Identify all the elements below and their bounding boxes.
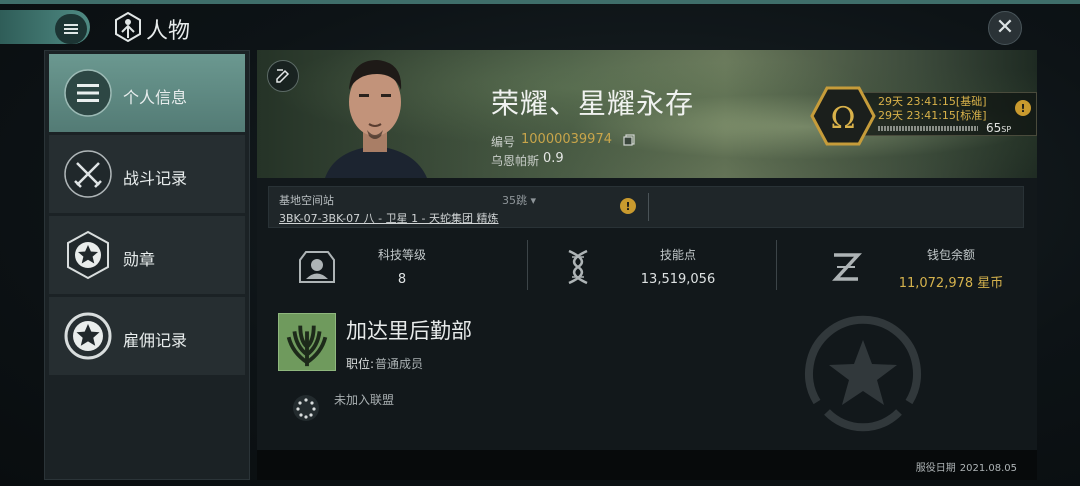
close-icon: ✕	[995, 15, 1015, 40]
stat-value: 8	[397, 272, 407, 287]
menu-pill[interactable]	[0, 10, 90, 44]
character-portrait	[325, 60, 427, 178]
main-panel: 荣耀、星耀永存 编号 10000039974 乌恩帕斯 0.9 Ω 29天 23…	[257, 50, 1037, 480]
footer: 服役日期 2021.08.05	[257, 450, 1037, 480]
list-icon	[63, 68, 113, 118]
position-value: 普通成员	[375, 357, 424, 371]
svg-text:Ω: Ω	[831, 101, 856, 136]
star-medal-icon	[63, 230, 113, 280]
position-label: 职位:	[346, 357, 375, 371]
crossed-swords-icon	[63, 149, 113, 199]
stat-label: 科技等级	[377, 248, 426, 262]
sidebar-item-label: 个人信息	[123, 88, 188, 107]
stat-value: 13,519,056	[640, 272, 716, 287]
sidebar-item-personal-info[interactable]: 个人信息	[49, 54, 245, 132]
stat-wallet: 钱包余额 11,072,978 星币	[797, 240, 1045, 296]
alliance-icon	[293, 395, 319, 421]
star-emblem-watermark-icon	[805, 315, 921, 432]
corporation-logo[interactable]	[278, 313, 336, 371]
stat-tech-level: 科技等级 8	[268, 240, 516, 296]
character-banner: 荣耀、星耀永存 编号 10000039974 乌恩帕斯 0.9 Ω 29天 23…	[257, 50, 1037, 178]
character-id-label: 编号	[491, 135, 516, 149]
sidebar: 个人信息 战斗记录 勋章 雇佣记录	[44, 50, 250, 480]
character-id: 10000039974	[521, 132, 612, 147]
stat-label: 技能点	[659, 248, 696, 262]
warning-icon[interactable]: !	[620, 198, 636, 214]
star-emblem-icon	[63, 311, 113, 361]
character-name: 荣耀、星耀永存	[491, 87, 695, 120]
copy-icon[interactable]	[623, 134, 635, 146]
stat-label: 钱包余额	[926, 248, 975, 262]
hamburger-icon[interactable]	[55, 14, 87, 44]
sidebar-item-combat-log[interactable]: 战斗记录	[49, 135, 245, 213]
security-value: 0.9	[543, 151, 564, 166]
security-system: 乌恩帕斯	[491, 154, 540, 168]
sidebar-item-employment[interactable]: 雇佣记录	[49, 297, 245, 375]
omega-timer-standard: 29天 23:41:15[标准]	[878, 109, 987, 122]
close-button[interactable]: ✕	[988, 11, 1022, 45]
stat-skill-points: 技能点 13,519,056	[529, 240, 777, 296]
home-station-label: 基地空间站	[279, 194, 334, 207]
corporation-name[interactable]: 加达里后勤部	[346, 315, 472, 345]
sidebar-item-label: 雇佣记录	[123, 331, 188, 350]
header: 人物 ✕	[0, 8, 1080, 46]
home-station: 基地空间站 35跳 ▾ 3BK-07-3BK-07 八 - 卫星 1 - 天蛇集…	[268, 186, 1024, 228]
sidebar-item-label: 勋章	[123, 250, 156, 269]
character-icon	[115, 12, 141, 42]
service-date: 服役日期 2021.08.05	[915, 463, 1017, 474]
divider	[527, 240, 528, 290]
warning-icon[interactable]: !	[1015, 100, 1031, 116]
top-accent-line	[0, 0, 1080, 4]
alliance-status: 未加入联盟	[334, 393, 395, 407]
omega-icon: Ω	[810, 86, 876, 146]
omega-progress-bar	[878, 126, 978, 131]
page-title: 人物	[146, 19, 191, 44]
stat-value: 11,072,978 星币	[898, 276, 1004, 291]
station-jumps: 35跳 ▾	[502, 194, 537, 207]
sidebar-item-label: 战斗记录	[123, 169, 188, 188]
omega-status[interactable]: Ω 29天 23:41:15[基础] 29天 23:41:15[标准] 65SP…	[810, 86, 1037, 146]
edit-button[interactable]	[267, 60, 299, 92]
divider	[776, 240, 777, 290]
omega-sp: 65SP	[986, 121, 1012, 135]
edit-icon	[276, 69, 290, 83]
station-name-link[interactable]: 3BK-07-3BK-07 八 - 卫星 1 - 天蛇集团 精炼	[279, 210, 499, 226]
divider	[648, 193, 649, 221]
sidebar-item-medals[interactable]: 勋章	[49, 216, 245, 294]
